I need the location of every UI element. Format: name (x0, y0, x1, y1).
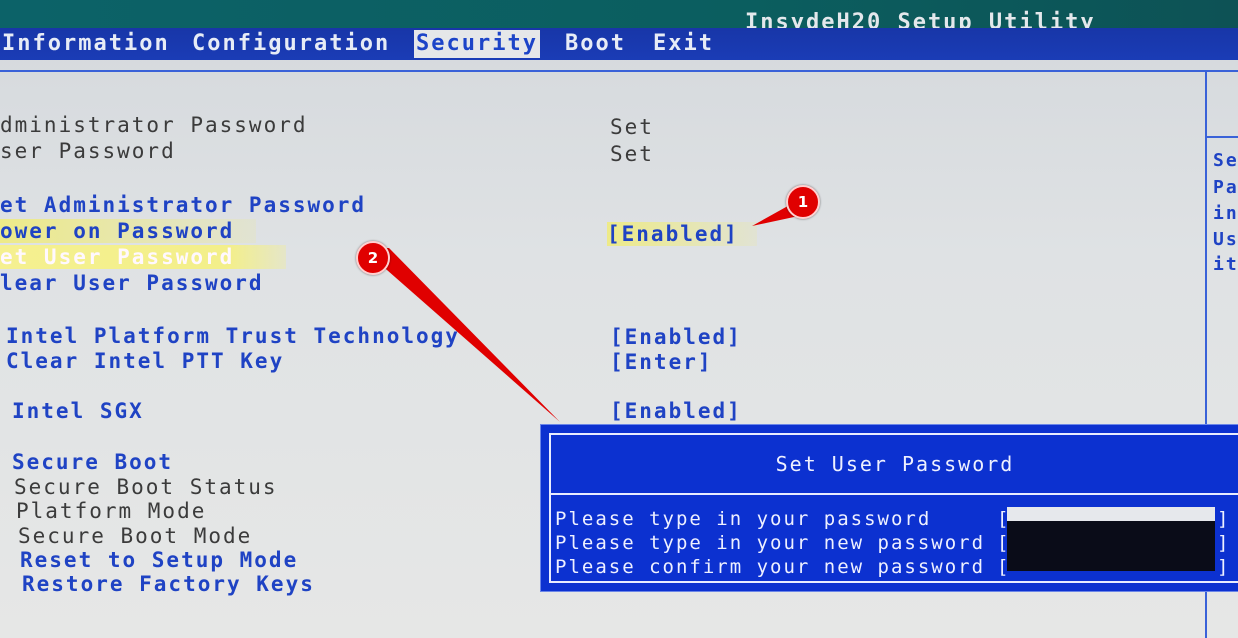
annotation-arrow-2 (362, 248, 560, 422)
bios-screen: InsydeH20 Setup Utility Information Conf… (0, 0, 1238, 638)
annotation-arrows (362, 202, 808, 422)
annotation-badge-2: 2 (356, 241, 390, 275)
annotation-badge-1: 1 (786, 185, 820, 219)
